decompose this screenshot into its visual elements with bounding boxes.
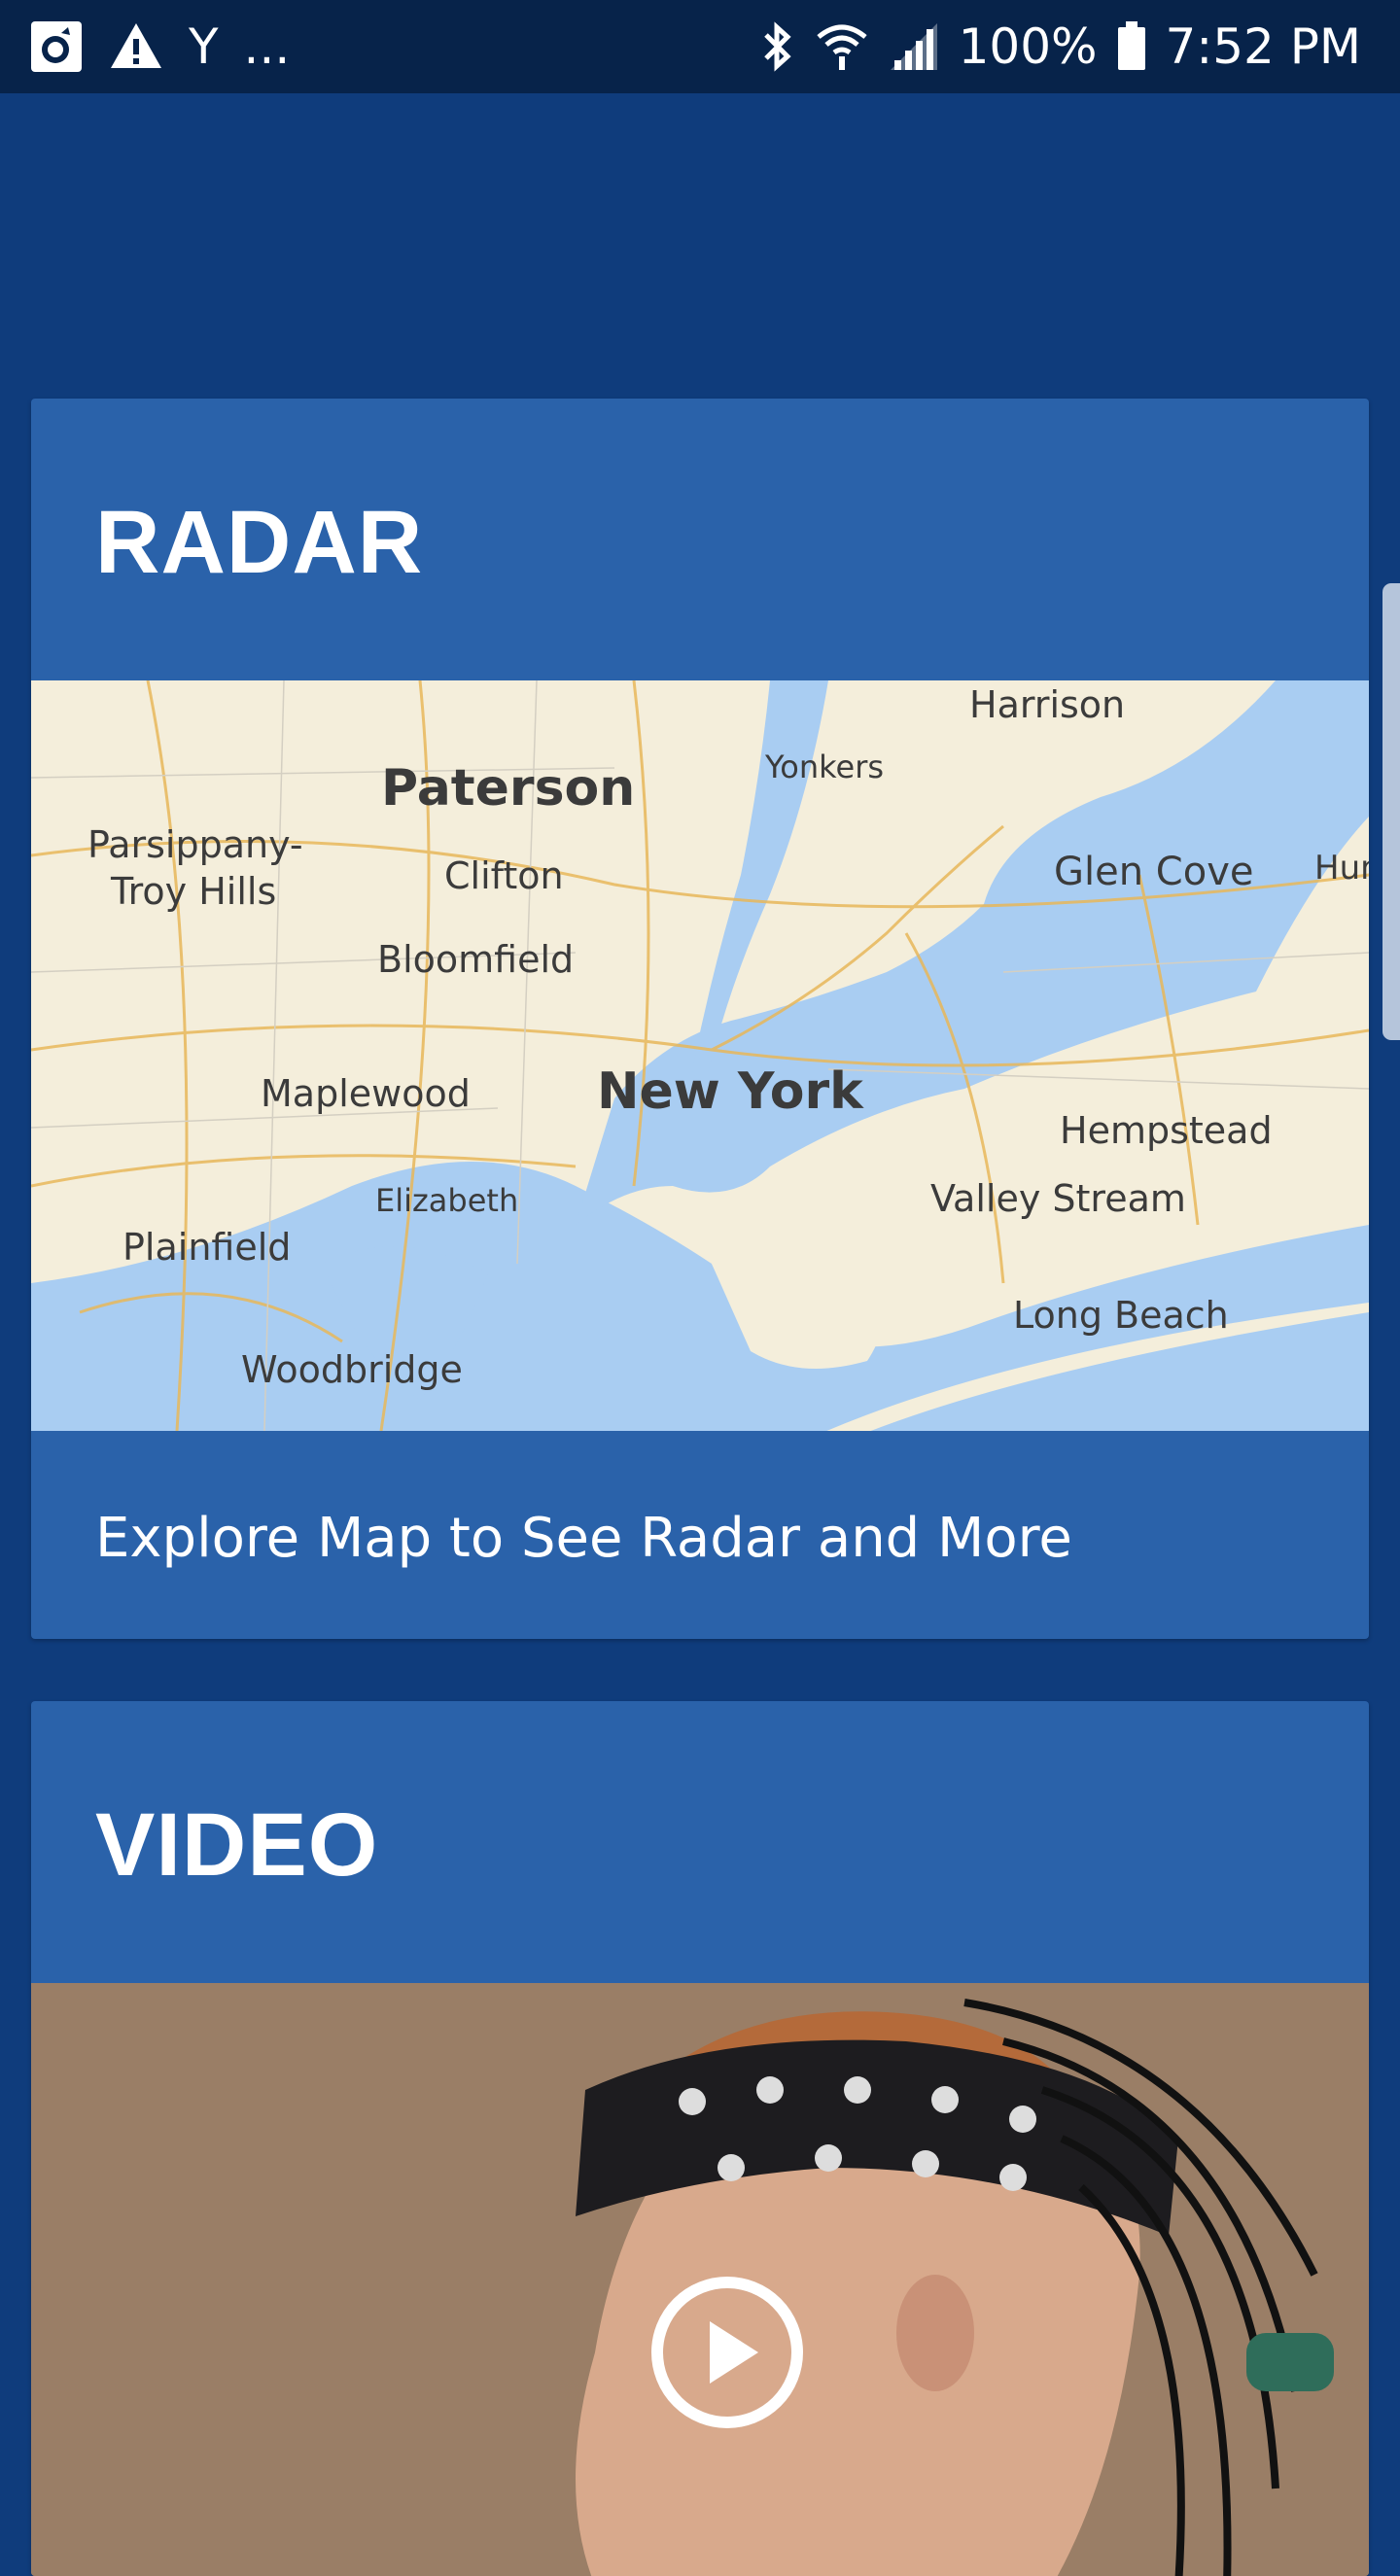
status-bar-left: Y ...: [29, 17, 290, 76]
map-label-hempstead: Hempstead: [1060, 1109, 1273, 1152]
bluetooth-icon: [758, 19, 797, 74]
map-label-hun: Hun: [1314, 849, 1369, 888]
signal-icon: [887, 19, 941, 74]
map-label-troy-hills: Troy Hills: [110, 870, 276, 913]
more-notifications-indicator: ...: [243, 18, 291, 75]
map-label-paterson: Paterson: [381, 759, 635, 818]
map-label-plainfield: Plainfield: [122, 1226, 291, 1269]
radar-map-image[interactable]: Harrison Yonkers Paterson Parsippany- Tr…: [31, 680, 1369, 1431]
map-label-new-york: New York: [597, 1062, 864, 1121]
yahoo-icon: Y: [189, 18, 219, 75]
radar-card[interactable]: RADAR Harrison Yonkers Paterson Parsippa…: [31, 399, 1369, 1639]
map-label-glen-cove: Glen Cove: [1054, 850, 1253, 894]
map-label-bloomfield: Bloomfield: [377, 938, 574, 981]
map-label-yonkers: Yonkers: [764, 748, 884, 785]
map-label-clifton: Clifton: [444, 854, 564, 897]
clock: 7:52 PM: [1165, 18, 1361, 75]
wifi-icon: [815, 19, 869, 74]
map-label-parsippany: Parsippany-: [88, 823, 303, 866]
app-notification-icon: [29, 19, 84, 74]
explore-map-link[interactable]: Explore Map to See Radar and More: [95, 1507, 1072, 1570]
map-label-harrison: Harrison: [969, 683, 1125, 726]
status-bar: Y ... 100% 7:52 PM: [0, 0, 1400, 93]
scrollbar-handle[interactable]: [1382, 583, 1400, 1040]
video-card-title: VIDEO: [95, 1795, 379, 1895]
map-label-maplewood: Maplewood: [261, 1072, 471, 1115]
map-label-long-beach: Long Beach: [1013, 1294, 1229, 1337]
map-label-valley-stream: Valley Stream: [930, 1177, 1186, 1220]
battery-percent: 100%: [958, 18, 1098, 75]
battery-icon: [1115, 19, 1148, 74]
video-card[interactable]: VIDEO: [31, 1701, 1369, 2576]
play-icon[interactable]: [649, 2275, 805, 2430]
warning-icon: [109, 19, 163, 74]
map-label-elizabeth: Elizabeth: [375, 1182, 518, 1219]
map-label-woodbridge: Woodbridge: [241, 1348, 463, 1391]
radar-card-title: RADAR: [95, 493, 424, 592]
video-thumbnail[interactable]: [31, 1983, 1369, 2576]
status-bar-right: 100% 7:52 PM: [758, 17, 1361, 76]
